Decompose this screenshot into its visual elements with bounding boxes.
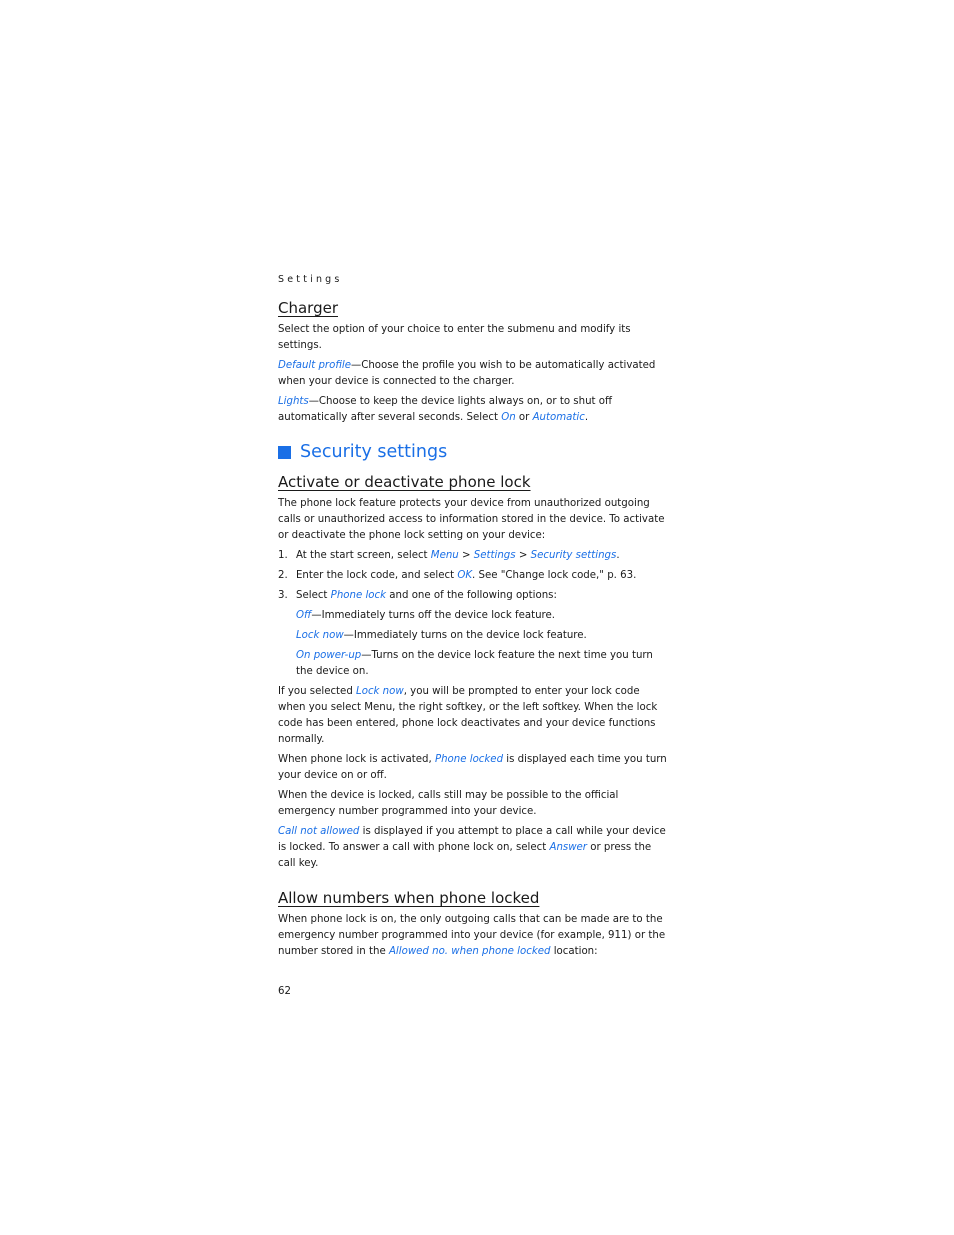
document-page: Settings Charger Select the option of yo… bbox=[278, 274, 668, 1000]
call-not-allowed-paragraph: Call not allowed is displayed if you att… bbox=[278, 826, 666, 869]
square-bullet-icon bbox=[278, 445, 291, 459]
allow-numbers-heading: Allow numbers when phone locked bbox=[278, 889, 540, 907]
settings-link[interactable]: Settings bbox=[474, 550, 516, 561]
running-head: Settings bbox=[278, 274, 343, 285]
lights-link[interactable]: Lights bbox=[278, 396, 309, 407]
phone-locked-paragraph: When phone lock is activated, Phone lock… bbox=[278, 754, 667, 781]
default-profile-item: Default profile—Choose the profile you w… bbox=[278, 360, 656, 387]
option-lock-now: Lock now—Immediately turns on the device… bbox=[296, 630, 587, 641]
lock-now-paragraph: If you selected Lock now, you will be pr… bbox=[278, 686, 658, 745]
security-settings-link[interactable]: Security settings bbox=[531, 550, 617, 561]
step-3: 3. Select Phone lock and one of the follo… bbox=[278, 590, 557, 601]
lock-now-link[interactable]: Lock now bbox=[296, 630, 344, 641]
ok-link[interactable]: OK bbox=[457, 570, 472, 581]
phone-lock-intro: The phone lock feature protects your dev… bbox=[278, 498, 665, 541]
answer-ref[interactable]: Answer bbox=[549, 842, 587, 853]
option-off: Off—Immediately turns off the device loc… bbox=[296, 610, 556, 621]
steps-list: 1. At the start screen, select Menu > Set… bbox=[278, 548, 668, 604]
lock-now-ref[interactable]: Lock now bbox=[356, 686, 404, 697]
charger-heading: Charger bbox=[278, 299, 338, 317]
allow-numbers-section: Allow numbers when phone locked When pho… bbox=[278, 888, 668, 960]
allow-numbers-paragraph: When phone lock is on, the only outgoing… bbox=[278, 914, 666, 957]
phone-locked-ref[interactable]: Phone locked bbox=[435, 754, 503, 765]
phone-lock-link[interactable]: Phone lock bbox=[331, 590, 386, 601]
page-number: 62 bbox=[278, 986, 291, 997]
call-not-allowed-ref[interactable]: Call not allowed bbox=[278, 826, 359, 837]
option-on-power-up: On power-up—Turns on the device lock fea… bbox=[296, 650, 653, 677]
menu-link[interactable]: Menu bbox=[431, 550, 459, 561]
automatic-option[interactable]: Automatic bbox=[533, 412, 585, 423]
on-power-up-link[interactable]: On power-up bbox=[296, 650, 361, 661]
emergency-paragraph: When the device is locked, calls still m… bbox=[278, 790, 619, 817]
on-option[interactable]: On bbox=[501, 412, 515, 423]
allowed-no-link[interactable]: Allowed no. when phone locked bbox=[389, 946, 551, 957]
default-profile-link[interactable]: Default profile bbox=[278, 360, 351, 371]
step-2: 2. Enter the lock code, and select OK. Se… bbox=[278, 570, 637, 581]
step-1: 1. At the start screen, select Menu > Set… bbox=[278, 550, 620, 561]
lights-item: Lights—Choose to keep the device lights … bbox=[278, 396, 613, 423]
options-list: Off—Immediately turns off the device loc… bbox=[296, 608, 668, 680]
phone-lock-heading: Activate or deactivate phone lock bbox=[278, 473, 531, 491]
security-settings-heading: Security settings bbox=[278, 440, 668, 464]
charger-intro: Select the option of your choice to ente… bbox=[278, 324, 631, 351]
off-link[interactable]: Off bbox=[296, 610, 311, 621]
